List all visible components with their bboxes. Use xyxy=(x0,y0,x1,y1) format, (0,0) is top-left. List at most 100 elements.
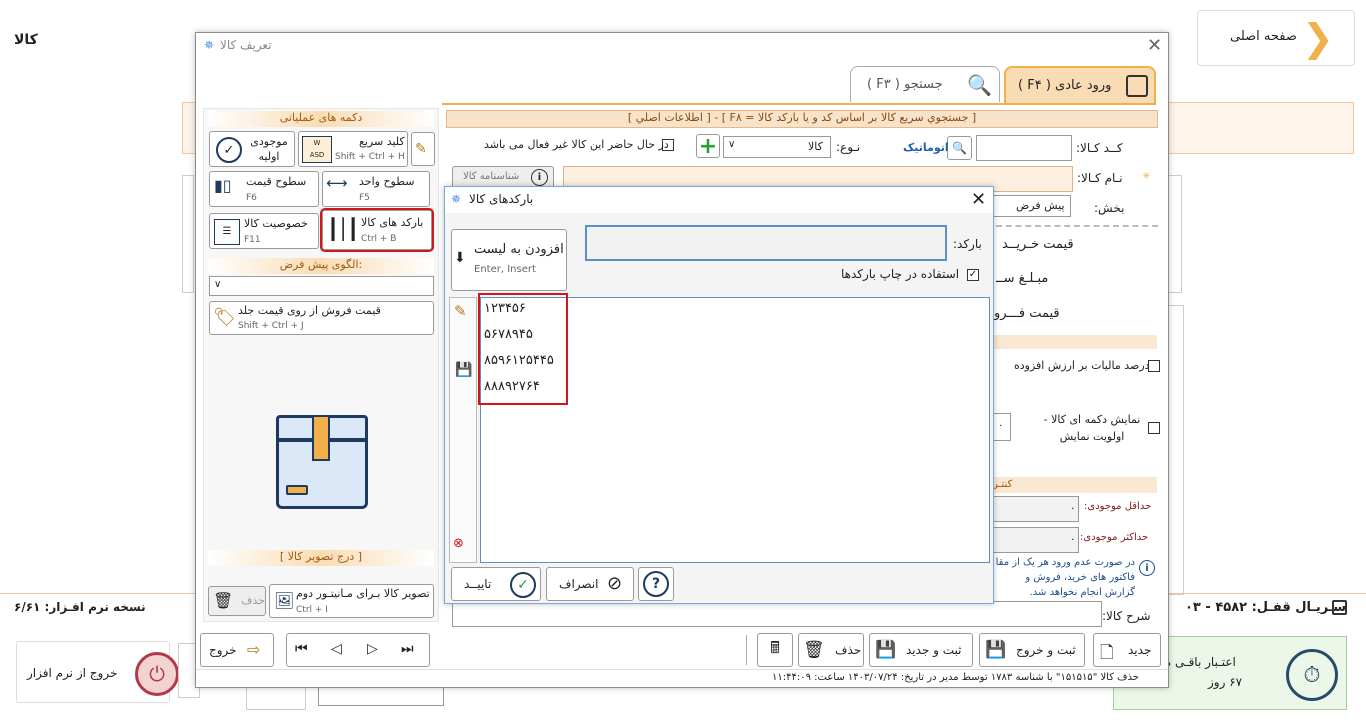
barcode-row-2[interactable]: ۸۵۹۶۱۲۵۴۴۵ xyxy=(484,353,554,368)
exit-button[interactable]: خروج ⇨ xyxy=(200,633,274,667)
tab-search-label: جستجو ( F۳ ) xyxy=(867,77,943,92)
unit-levels-button[interactable]: ⟷ سطوح واحد F5 xyxy=(322,171,430,207)
add-to-list-label: افزودن به لیست xyxy=(474,242,564,257)
new-button[interactable]: 🗋 جدید xyxy=(1093,633,1161,667)
page-title: کالا xyxy=(14,32,38,48)
save-new-button[interactable]: 💾 ثبت و جدید xyxy=(869,633,973,667)
pattern-chevron-icon: ∨ xyxy=(214,279,222,290)
calculator-button[interactable]: 🖩 xyxy=(757,633,793,667)
first-record-icon[interactable]: ⏮ xyxy=(295,641,308,657)
lock-icon xyxy=(1332,600,1347,615)
second-monitor-button[interactable]: 🖼 تصویر کالا بـرای مـانیتـور دوم Ctrl + … xyxy=(269,584,434,618)
print-label: استفاده در چاپ بارکدها xyxy=(841,267,960,281)
help-button[interactable]: ? xyxy=(638,567,674,601)
delete-button[interactable]: 🗑 حذف xyxy=(798,633,864,667)
min-stock-input[interactable]: ۰ xyxy=(993,496,1079,522)
ok-button[interactable]: تاییــد ✓ xyxy=(451,567,541,601)
desc-input[interactable] xyxy=(452,601,1102,627)
show-button-checkbox[interactable] xyxy=(1148,422,1160,434)
pencil-icon: ✎ xyxy=(415,141,427,157)
window-title: تعریف کالا xyxy=(220,38,272,52)
tab-normal-label: ورود عادی ( F۴ ) xyxy=(1018,78,1112,93)
save-exit-label: ثبت و خروج xyxy=(1016,643,1076,657)
save-row-icon[interactable]: 💾 xyxy=(455,362,472,378)
add-type-button[interactable]: + xyxy=(696,134,720,159)
price-levels-button[interactable]: ▮▯ سطوح قیمت F6 xyxy=(209,171,319,207)
section-value: پیش فرض xyxy=(1016,199,1065,212)
stopwatch-icon: ⏱ xyxy=(1286,649,1338,701)
app-icon: ✵ xyxy=(204,38,215,52)
priority-input[interactable]: ۰ xyxy=(993,413,1011,441)
initial-stock-button[interactable]: ✓ موجودی اولیه xyxy=(209,131,295,167)
chevron-down-icon: ∨ xyxy=(728,139,736,150)
barcode-label: بارکد: xyxy=(953,237,982,251)
type-select[interactable]: کالا ∨ xyxy=(723,136,831,158)
barcode-row-3[interactable]: ۸۸۸۹۲۷۶۴ xyxy=(484,379,540,394)
window-titlebar: ✵ تعریف کالا ✕ xyxy=(196,33,1168,59)
second-monitor-shortcut: Ctrl + I xyxy=(296,605,328,615)
trash-icon: 🗑 xyxy=(213,591,234,610)
tab-line xyxy=(442,103,1156,105)
pattern-select[interactable]: ∨ xyxy=(209,276,434,296)
quick-search-text: [ جستجوي سريع كالا بر اساس كد و يا باركد… xyxy=(627,111,977,124)
max-stock-input[interactable]: ۰ xyxy=(993,527,1079,553)
add-to-list-shortcut: Enter, Insert xyxy=(474,264,536,275)
save-exit-button[interactable]: 💾 ثبت و خروج xyxy=(979,633,1085,667)
nav-group: ⏮ ◁ ▷ ⏭ xyxy=(286,633,430,667)
edit-pencil-button[interactable]: ✎ xyxy=(411,132,435,166)
delete-row-icon[interactable]: ⊗ xyxy=(453,536,464,551)
section-select[interactable]: پیش فرض xyxy=(991,195,1071,217)
tab-normal-entry[interactable]: ورود عادی ( F۴ ) xyxy=(1004,66,1156,104)
buy-price-label: قیمت خـریــد xyxy=(1002,237,1074,252)
quick-key-shortcut: Shift + Ctrl + H xyxy=(335,152,405,162)
search-icon: 🔍 xyxy=(967,73,992,97)
tab-search[interactable]: جستجو ( F۳ ) 🔍 xyxy=(850,66,1000,102)
type-label: نـوع: xyxy=(836,140,861,154)
quick-key-button[interactable]: W ASD کلید سریع Shift + Ctrl + H xyxy=(298,131,408,167)
close-icon[interactable]: ✕ xyxy=(1147,35,1162,56)
add-to-list-button[interactable]: افزودن به لیست Enter, Insert ⬇ xyxy=(451,229,567,291)
cancel-button[interactable]: انصراف ⊘ xyxy=(546,567,634,601)
new-label: جدید xyxy=(1128,643,1152,657)
second-monitor-label: تصویر کالا بـرای مـانیتـور دوم xyxy=(296,587,430,600)
edit-row-icon[interactable]: ✎ xyxy=(454,302,467,320)
status-text: حذف کالا "۱۵۱۵۱۵" با شناسه ۱۷۸۳ توسط مدی… xyxy=(772,672,1139,683)
features-button[interactable]: ☰ خصوصیت کالا F11 xyxy=(209,213,319,249)
save-new-icon: 💾 xyxy=(875,640,897,660)
prev-record-icon[interactable]: ◁ xyxy=(331,641,342,657)
barcode-row-1[interactable]: ۵۶۷۸۹۴۵ xyxy=(484,327,533,342)
name-label: نـام کـالا: xyxy=(1077,171,1123,185)
save-exit-icon: 💾 xyxy=(985,640,1007,660)
note-text: در صورت عدم ورود هر یک از مقا فاکتور های… xyxy=(995,557,1135,598)
price-tag-icon: 🏷 xyxy=(213,307,236,328)
code-search-button[interactable]: 🔍 xyxy=(947,136,972,160)
box-label xyxy=(286,485,308,495)
barcode-icon: ┃│┃ xyxy=(327,217,359,241)
chevron-right-icon: ❯ xyxy=(1302,16,1334,60)
last-record-icon[interactable]: ⏭ xyxy=(401,641,414,657)
barcode-input[interactable] xyxy=(585,225,947,261)
exit-app-label: خروج از نرم افزار xyxy=(27,666,118,680)
exit-app-button[interactable]: خروج از نرم افزار ⏻ xyxy=(16,641,179,703)
barcode-row-0[interactable]: ۱۲۳۴۵۶ xyxy=(484,301,526,316)
features-shortcut: F11 xyxy=(244,235,261,245)
coins-icon: ▮▯ xyxy=(214,176,232,195)
delete-image-button[interactable]: 🗑 حذف xyxy=(208,586,266,616)
barcodes-button[interactable]: ┃│┃ بارکد های کالا Ctrl + B xyxy=(320,208,434,252)
dialog-close-icon[interactable]: ✕ xyxy=(971,189,986,210)
toolbar-separator xyxy=(746,635,747,665)
barcode-dialog: ✵ بارکدهای کالا ✕ بارکد: افزودن به لیست … xyxy=(444,186,994,604)
print-checkbox[interactable]: ✓ xyxy=(967,269,979,281)
next-record-icon[interactable]: ▷ xyxy=(367,641,378,657)
quick-key-label: کلید سریع xyxy=(359,135,405,148)
sale-from-cover-button[interactable]: 🏷 قیمت فروش از روی قیمت جلد Shift + Ctrl… xyxy=(209,301,434,335)
image-header-label: [ درج تصویر کالا ] xyxy=(279,550,363,563)
desc-label: شرح کالا: xyxy=(1102,609,1151,623)
code-label: کــد کـالا: xyxy=(1076,141,1123,155)
code-input[interactable] xyxy=(976,135,1072,161)
home-button[interactable]: ❯ صفحه اصلی xyxy=(1197,10,1355,66)
help-icon: ? xyxy=(643,571,669,597)
info-icon: i xyxy=(531,169,548,186)
image-header: [ درج تصویر کالا ] xyxy=(208,550,434,566)
side-tool-panel: ✎ 💾 ⊗ xyxy=(449,297,477,563)
